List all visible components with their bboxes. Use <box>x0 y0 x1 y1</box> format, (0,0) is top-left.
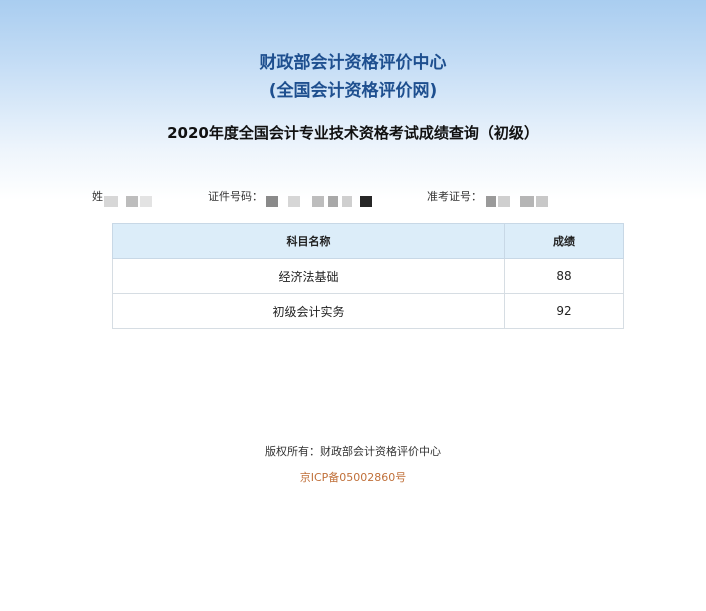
score-cell: 88 <box>504 258 624 294</box>
table-row: 初级会计实务 92 <box>111 293 624 329</box>
column-header-score: 成绩 <box>504 223 624 259</box>
org-title: 财政部会计资格评价中心 <box>259 53 447 73</box>
subject-cell: 经济法基础 <box>111 258 506 294</box>
ticket-number-label: 准考证号： <box>427 190 482 203</box>
id-number-redacted <box>266 196 376 207</box>
subject-cell: 初级会计实务 <box>111 293 506 329</box>
icp-link[interactable]: 京ICP备05002860号 <box>0 469 706 485</box>
scores-table: 科目名称 成绩 经济法基础 88 初级会计实务 92 <box>111 223 624 329</box>
name-redacted <box>104 196 164 207</box>
name-label: 姓 <box>92 190 103 203</box>
column-header-subject: 科目名称 <box>111 223 506 259</box>
page-title: 2020年度全国会计专业技术资格考试成绩查询（初级） <box>167 124 539 142</box>
score-cell: 92 <box>504 293 624 329</box>
table-row: 经济法基础 88 <box>111 258 624 294</box>
candidate-info: 姓 证件号码： 准考证号： <box>0 186 706 210</box>
copyright-text: 版权所有：财政部会计资格评价中心 <box>265 445 441 458</box>
org-subtitle: (全国会计资格评价网) <box>268 81 438 101</box>
id-number-label: 证件号码： <box>208 190 263 203</box>
table-header-row: 科目名称 成绩 <box>111 223 624 259</box>
ticket-number-redacted <box>486 196 558 207</box>
